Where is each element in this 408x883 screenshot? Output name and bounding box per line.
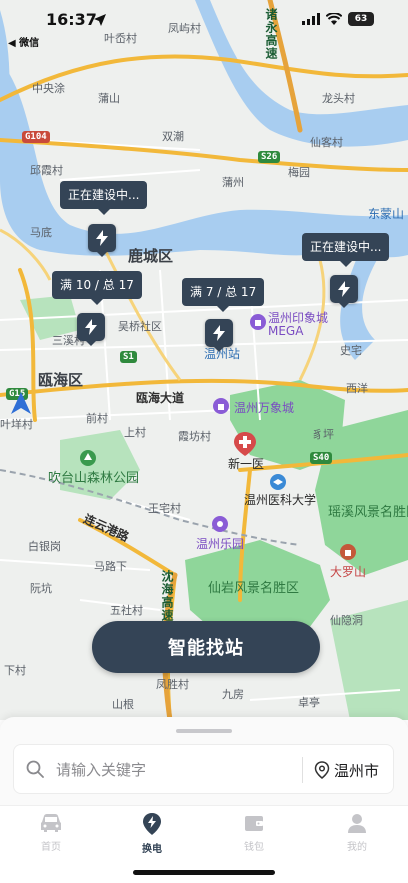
search-input[interactable] — [56, 755, 296, 785]
status-bar: 16:37 ◀ 微信 63 — [0, 0, 408, 49]
poi-xianyan-scenic: 仙岩风景名胜区 — [208, 581, 300, 596]
battery-station-marker[interactable] — [330, 275, 358, 308]
poi-chuitaishan: 吹台山森林公园 — [48, 471, 140, 486]
lightning-icon — [85, 319, 97, 335]
place-label: 仙客村 — [310, 136, 343, 149]
place-label: 阮坑 — [30, 582, 52, 595]
station-tooltip: 正在建设中... — [302, 233, 390, 267]
sheet-drag-handle[interactable] — [176, 729, 232, 733]
poi-leyuan: 温州乐园 — [196, 537, 245, 551]
lightning-icon — [96, 230, 108, 246]
place-label: 白银岗 — [28, 540, 61, 553]
university-icon — [270, 474, 286, 490]
poi-medical-university: 温州医科大学 — [244, 493, 317, 507]
place-label: 前村 — [86, 412, 108, 425]
city-label: 温州市 — [334, 761, 380, 780]
poi-mega: 温州印象城MEGA — [268, 311, 329, 338]
park-ride-icon — [212, 516, 228, 532]
place-label: 王宅村 — [148, 502, 181, 515]
place-label: 九房 — [222, 688, 244, 701]
place-label: 凤胜村 — [156, 678, 189, 691]
place-label: 山根 — [112, 698, 134, 711]
station-tooltip: 满 7 / 总 17 — [182, 278, 265, 312]
wallet-icon — [245, 816, 263, 831]
road-label-ouhai-avenue: 瓯海大道 — [136, 391, 185, 405]
place-label: 上村 — [124, 426, 146, 439]
battery-station-marker[interactable] — [77, 313, 105, 346]
place-label: 五社村 — [110, 604, 143, 617]
battery-station-marker[interactable] — [205, 319, 233, 352]
district-label-ouhai: 瓯海区 — [38, 371, 84, 389]
road-shield-s1: S1 — [120, 351, 137, 363]
road-label-shenhai-expressway: 沈海高速 — [160, 570, 174, 622]
place-label: 霞坊村 — [178, 430, 211, 443]
back-to-app-link[interactable]: ◀ 微信 — [8, 34, 39, 49]
place-label: 梅园 — [288, 166, 310, 179]
poi-xianyindong: 仙隐洞 — [330, 614, 363, 627]
place-label: 卓亭 — [298, 696, 320, 709]
place-label: 豸坪 — [312, 428, 334, 441]
tab-label: 换电 — [142, 844, 162, 855]
shopping-icon — [250, 314, 266, 330]
lightning-icon — [338, 281, 350, 297]
user-icon — [348, 814, 366, 833]
place-label: 史宅 — [340, 344, 362, 357]
wifi-icon — [326, 13, 342, 25]
place-label: 中央涂 — [32, 82, 65, 95]
search-divider — [302, 757, 303, 783]
station-tooltip: 正在建设中... — [60, 181, 148, 215]
place-label: 马路下 — [94, 560, 127, 573]
temple-icon — [340, 544, 356, 560]
poi-yaoxi-scenic: 瑶溪风景名胜区 — [328, 505, 408, 520]
tab-home[interactable]: 首页 — [21, 812, 81, 853]
station-tooltip: 满 10 / 总 17 — [52, 271, 142, 305]
tab-swap[interactable]: 换电 — [122, 812, 182, 855]
place-label: 东蒙山 — [368, 207, 405, 221]
road-shield-s40: S40 — [310, 452, 333, 464]
smart-find-station-button[interactable]: 智能找站 — [92, 621, 320, 673]
search-sheet: 温州市 — [0, 717, 408, 805]
home-indicator[interactable] — [133, 870, 275, 875]
map-pin-icon — [314, 761, 330, 779]
search-icon — [26, 760, 44, 778]
place-label: 下村 — [4, 664, 26, 677]
search-bar: 温州市 — [13, 744, 394, 794]
status-time: 16:37 — [46, 10, 97, 29]
place-label: 西洋 — [346, 382, 368, 395]
place-label: 双潮 — [162, 130, 184, 143]
tab-label: 首页 — [41, 842, 61, 853]
place-label: 叶垟村 — [0, 418, 33, 431]
cellular-signal-icon — [302, 13, 320, 25]
location-pin-icon — [143, 813, 161, 835]
battery-station-marker[interactable] — [88, 224, 116, 257]
place-label: 邱霞村 — [30, 164, 63, 177]
road-shield-g104: G104 — [22, 131, 50, 143]
hospital-pin-icon — [234, 432, 256, 456]
tab-label: 我的 — [347, 842, 367, 853]
place-label: 马底 — [30, 226, 52, 239]
place-label: 吴桥社区 — [118, 320, 162, 333]
car-icon — [41, 814, 61, 832]
city-selector[interactable]: 温州市 — [314, 755, 379, 785]
road-shield-s26: S26 — [258, 151, 281, 163]
place-label: 蒲山 — [98, 92, 120, 105]
lightning-icon — [213, 325, 225, 341]
current-location-icon — [11, 392, 31, 414]
tab-profile[interactable]: 我的 — [327, 812, 387, 853]
tab-wallet[interactable]: 钱包 — [224, 812, 284, 853]
map-view[interactable]: G104 S26 S1 S40 G15 叶岙村 凤屿村 中央涂 蒲山 双潮 龙头… — [0, 0, 408, 720]
status-icons: 63 — [302, 12, 374, 26]
district-label-lucheng: 鹿城区 — [128, 247, 174, 265]
forest-park-icon — [80, 450, 96, 466]
place-label: 蒲州 — [222, 176, 244, 189]
location-arrow-icon — [94, 14, 106, 26]
poi-daluoshan: 大罗山 — [330, 565, 367, 579]
poi-hospital: 新一医 — [228, 457, 265, 471]
shopping-icon — [213, 398, 229, 414]
tab-label: 钱包 — [244, 842, 264, 853]
place-label: 龙头村 — [322, 92, 355, 105]
battery-indicator: 63 — [348, 12, 374, 26]
poi-wanxiang: 温州万象城 — [234, 401, 295, 415]
